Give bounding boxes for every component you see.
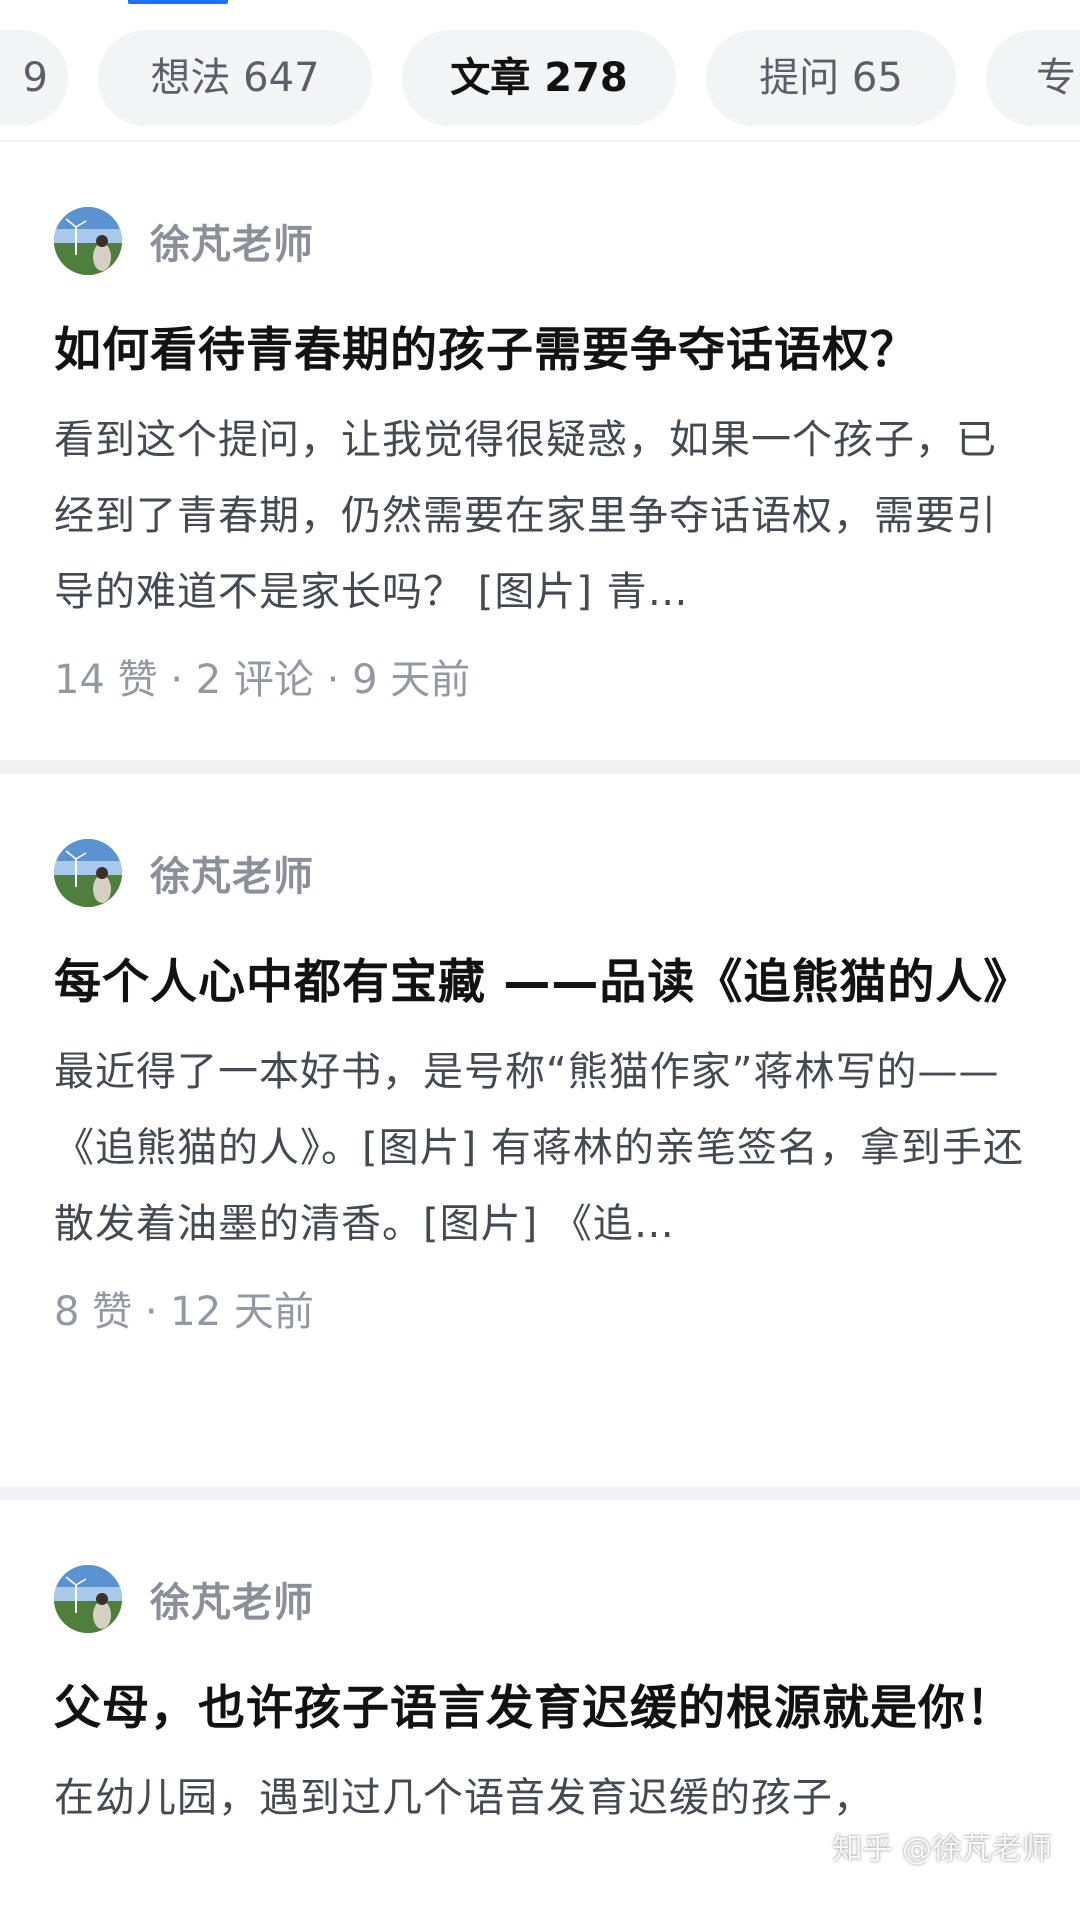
- tab-indicator: [128, 0, 228, 4]
- watermark: 知乎 @徐芃老师: [832, 1832, 1052, 1867]
- tab-articles[interactable]: 文章 278: [402, 30, 676, 126]
- article-feed: 徐芃老师 如何看待青春期的孩子需要争夺话语权？ 看到这个提问，让我觉得很疑惑，如…: [0, 142, 1080, 1930]
- wind-turbine-icon: [54, 207, 122, 275]
- wind-turbine-icon: [54, 839, 122, 907]
- tab-ideas[interactable]: 想法 647: [98, 30, 372, 126]
- author-row[interactable]: 徐芃老师: [54, 206, 1026, 276]
- article-meta: 14 赞 · 2 评论 · 9 天前: [54, 657, 471, 703]
- author-name[interactable]: 徐芃老师: [150, 212, 314, 270]
- article-card[interactable]: 徐芃老师 如何看待青春期的孩子需要争夺话语权？ 看到这个提问，让我觉得很疑惑，如…: [0, 142, 1080, 760]
- article-title[interactable]: 每个人心中都有宝藏 ——品读《追熊猫的人》: [54, 942, 1030, 1024]
- article-title[interactable]: 父母，也许孩子语言发育迟缓的根源就是你！: [54, 1668, 1026, 1750]
- article-meta: 8 赞 · 12 天前: [54, 1289, 314, 1335]
- avatar[interactable]: [54, 839, 122, 907]
- article-excerpt[interactable]: 看到这个提问，让我觉得很疑惑，如果一个孩子，已经到了青春期，仍然需要在家里争夺话…: [54, 402, 1026, 630]
- article-title[interactable]: 如何看待青春期的孩子需要争夺话语权？: [54, 310, 1026, 392]
- author-name[interactable]: 徐芃老师: [150, 1570, 314, 1628]
- tab-partial-right[interactable]: 专: [986, 30, 1080, 126]
- avatar[interactable]: [54, 207, 122, 275]
- article-excerpt[interactable]: 最近得了一本好书，是号称“熊猫作家”蒋林写的——《追熊猫的人》。[图片] 有蒋林…: [54, 1034, 1026, 1262]
- tab-partial-left[interactable]: 9: [0, 30, 68, 126]
- author-row[interactable]: 徐芃老师: [54, 1564, 1026, 1634]
- card-separator: [0, 760, 1080, 774]
- avatar[interactable]: [54, 1565, 122, 1633]
- author-name[interactable]: 徐芃老师: [150, 844, 314, 902]
- card-separator: [0, 1486, 1080, 1500]
- article-card[interactable]: 徐芃老师 每个人心中都有宝藏 ——品读《追熊猫的人》 最近得了一本好书，是号称“…: [0, 774, 1080, 1486]
- tab-questions[interactable]: 提问 65: [706, 30, 956, 126]
- author-row[interactable]: 徐芃老师: [54, 838, 1026, 908]
- wind-turbine-icon: [54, 1565, 122, 1633]
- profile-tabs: 9 想法 647 文章 278 提问 65 专: [0, 30, 1080, 126]
